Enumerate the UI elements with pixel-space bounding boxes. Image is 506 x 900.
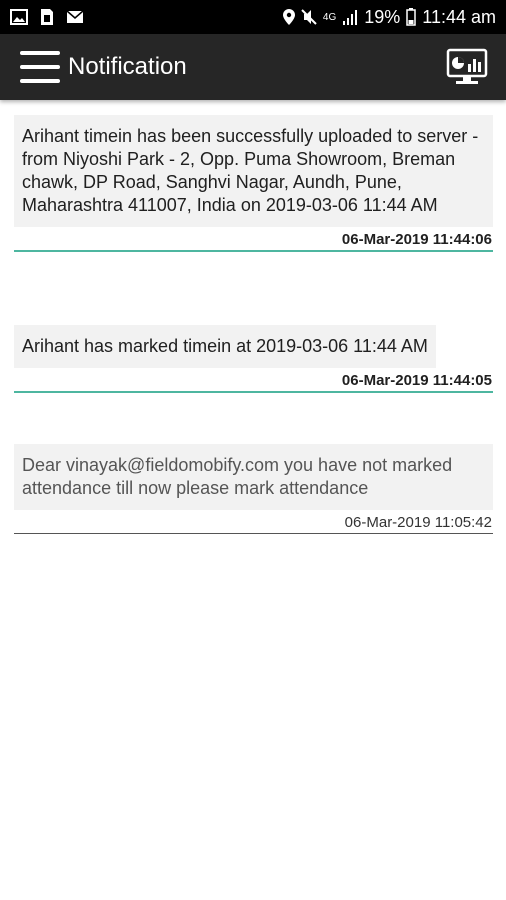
notification-timestamp: 06-Mar-2019 11:44:06 <box>341 231 492 248</box>
menu-line <box>20 51 60 55</box>
notification-message: Arihant has marked timein at 2019-03-06 … <box>14 325 436 368</box>
sim-card-icon <box>41 9 53 25</box>
battery-icon <box>406 8 417 26</box>
app-bar: Notification <box>0 34 506 100</box>
notification-divider <box>14 250 493 252</box>
status-bar: 4G 19% 11:44 am <box>0 0 506 34</box>
location-icon <box>282 9 295 25</box>
notification-divider <box>14 533 493 534</box>
notification-divider <box>14 391 493 393</box>
notification-item[interactable]: Arihant has marked timein at 2019-03-06 … <box>14 325 493 393</box>
menu-line <box>20 65 60 69</box>
network-type: 4G <box>322 11 337 23</box>
status-left-icons <box>10 8 84 26</box>
mail-icon <box>66 10 84 23</box>
notification-item[interactable]: Arihant timein has been successfully upl… <box>14 115 493 252</box>
signal-icon <box>343 10 358 25</box>
notification-timestamp: 06-Mar-2019 11:05:42 <box>344 514 492 531</box>
menu-line <box>20 79 60 83</box>
status-right-icons: 4G 19% 11:44 am <box>282 6 496 28</box>
hamburger-menu-icon[interactable] <box>20 51 60 83</box>
dashboard-monitor-icon[interactable] <box>446 48 488 86</box>
page-title: Notification <box>68 53 187 80</box>
mute-icon <box>301 9 317 25</box>
notification-item[interactable]: Dear vinayak@fieldomobify.com you have n… <box>14 444 493 534</box>
notification-timestamp: 06-Mar-2019 11:44:05 <box>341 372 492 389</box>
notification-message: Arihant timein has been successfully upl… <box>14 115 493 227</box>
notification-message: Dear vinayak@fieldomobify.com you have n… <box>14 444 493 510</box>
status-time: 11:44 am <box>422 6 496 27</box>
battery-percent: 19% <box>364 6 401 27</box>
gallery-icon <box>10 9 28 25</box>
